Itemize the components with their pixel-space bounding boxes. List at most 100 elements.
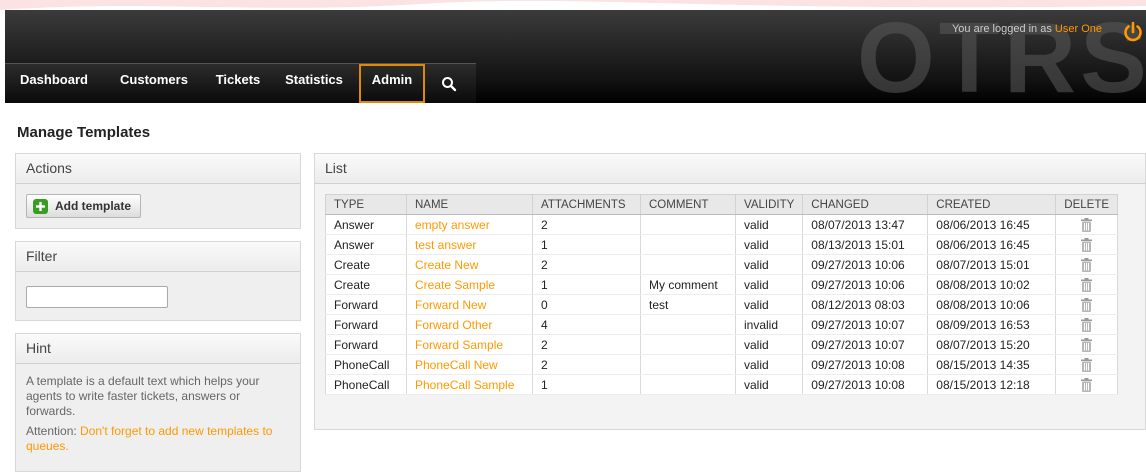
cell-delete <box>1055 234 1119 255</box>
cell-name[interactable]: Create Sample <box>406 274 533 295</box>
cell-validity: valid <box>734 334 804 355</box>
cell-comment <box>640 354 736 375</box>
cell-type: Forward <box>325 334 407 355</box>
cell-comment: test <box>640 294 736 315</box>
cell-delete <box>1055 294 1119 315</box>
user-name-link[interactable]: User One <box>1055 23 1102 35</box>
table-row: Forward Forward New 0 test valid 08/12/2013 0… <box>325 294 1119 315</box>
table-row: Answer empty answer 2 valid 08/07/2013 13:47… <box>325 214 1119 235</box>
main-nav: Dashboard Customers Tickets Statistics A… <box>5 63 476 103</box>
table-row: PhoneCall PhoneCall Sample 1 valid 09/27/201… <box>325 374 1119 395</box>
column-header-name[interactable]: NAME <box>406 194 533 215</box>
column-header-validity[interactable]: VALIDITY <box>734 194 804 215</box>
column-header-created[interactable]: CREATED <box>927 194 1057 215</box>
otrs-admin-page: OTRS You are logged in as User One Dashb… <box>0 0 1146 472</box>
table-row: Answer test answer 1 valid 08/13/2013 15:01 0… <box>325 234 1119 255</box>
cell-created: 08/08/2013 10:02 <box>927 274 1057 295</box>
cell-name[interactable]: empty answer <box>406 214 533 235</box>
cell-validity: valid <box>734 274 804 295</box>
cell-delete <box>1055 214 1119 235</box>
filter-input[interactable] <box>26 286 168 308</box>
cell-name[interactable]: Forward New <box>406 294 533 315</box>
hint-attention: Attention: Don't forget to add new templ… <box>26 424 290 454</box>
trash-icon[interactable] <box>1081 357 1093 372</box>
templates-table: TYPE NAME ATTACHMENTS COMMENT VALIDITY CHANGE… <box>325 194 1119 395</box>
cell-created: 08/07/2013 15:01 <box>927 254 1057 275</box>
cell-type: Answer <box>325 214 407 235</box>
add-template-button[interactable]: Add template <box>26 194 142 218</box>
search-icon[interactable] <box>441 76 457 92</box>
hint-title: Hint <box>16 334 300 364</box>
trash-icon[interactable] <box>1081 337 1093 352</box>
cell-attachments: 2 <box>532 334 641 355</box>
cell-validity: valid <box>734 374 804 395</box>
cell-comment <box>640 374 736 395</box>
table-row: Forward Forward Sample 2 valid 09/27/2013 10… <box>325 334 1119 355</box>
column-header-attachments[interactable]: ATTACHMENTS <box>532 194 641 215</box>
column-header-type[interactable]: TYPE <box>325 194 407 215</box>
cell-name[interactable]: Forward Sample <box>406 334 533 355</box>
filter-title: Filter <box>16 242 300 272</box>
cell-validity: valid <box>734 354 804 375</box>
cell-comment <box>640 334 736 355</box>
table-row: Create Create New 2 valid 09/27/2013 10:06 08… <box>325 254 1119 275</box>
column-header-delete[interactable]: DELETE <box>1055 194 1119 215</box>
cell-delete <box>1055 254 1119 275</box>
cell-validity: valid <box>734 254 804 275</box>
column-header-comment[interactable]: COMMENT <box>640 194 736 215</box>
plus-icon <box>33 198 48 214</box>
trash-icon[interactable] <box>1081 297 1093 312</box>
cell-validity: valid <box>734 234 804 255</box>
trash-icon[interactable] <box>1081 257 1093 272</box>
cell-changed: 09/27/2013 10:07 <box>802 334 929 355</box>
nav-tickets[interactable]: Tickets <box>207 64 269 103</box>
header-bar: OTRS You are logged in as User One Dashb… <box>5 10 1146 103</box>
cell-attachments: 1 <box>532 274 641 295</box>
cell-delete <box>1055 314 1119 335</box>
cell-name[interactable]: test answer <box>406 234 533 255</box>
cell-name[interactable]: PhoneCall Sample <box>406 374 533 395</box>
column-header-changed[interactable]: CHANGED <box>802 194 929 215</box>
cell-created: 08/15/2013 12:18 <box>927 374 1057 395</box>
trash-icon[interactable] <box>1081 317 1093 332</box>
hint-body: A template is a default text which helps… <box>16 364 300 454</box>
table-row: Create Create Sample 1 My comment valid 09/27… <box>325 274 1119 295</box>
add-template-label: Add template <box>55 199 132 213</box>
trash-icon[interactable] <box>1081 217 1093 232</box>
cell-name[interactable]: PhoneCall New <box>406 354 533 375</box>
nav-dashboard[interactable]: Dashboard <box>9 64 99 103</box>
cell-changed: 08/13/2013 15:01 <box>802 234 929 255</box>
power-icon[interactable] <box>1122 21 1144 43</box>
table-row: PhoneCall PhoneCall New 2 valid 09/27/2013 1… <box>325 354 1119 375</box>
cell-type: PhoneCall <box>325 354 407 375</box>
trash-icon[interactable] <box>1081 377 1093 392</box>
cell-type: Create <box>325 254 407 275</box>
table-body: Answer empty answer 2 valid 08/07/2013 13:47… <box>325 214 1119 395</box>
nav-statistics[interactable]: Statistics <box>275 64 353 103</box>
attention-label: Attention: <box>26 424 77 438</box>
cell-created: 08/09/2013 16:53 <box>927 314 1057 335</box>
cell-type: Forward <box>325 294 407 315</box>
cell-name[interactable]: Forward Other <box>406 314 533 335</box>
cell-created: 08/06/2013 16:45 <box>927 214 1057 235</box>
cell-validity: valid <box>734 214 804 235</box>
list-panel: List TYPE NAME ATTACHMENTS COMMENT VALIDITY C… <box>314 153 1146 430</box>
nav-admin[interactable]: Admin <box>359 64 425 103</box>
hint-widget: Hint A template is a default text which … <box>15 333 301 472</box>
cell-created: 08/15/2013 14:35 <box>927 354 1057 375</box>
cell-comment <box>640 254 736 275</box>
cell-attachments: 2 <box>532 354 641 375</box>
cell-comment: My comment <box>640 274 736 295</box>
trash-icon[interactable] <box>1081 237 1093 252</box>
trash-icon[interactable] <box>1081 277 1093 292</box>
filter-widget: Filter <box>15 241 301 321</box>
cell-comment <box>640 314 736 335</box>
cell-changed: 09/27/2013 10:06 <box>802 274 929 295</box>
cell-validity: valid <box>734 294 804 315</box>
list-title: List <box>315 154 1145 184</box>
cell-name[interactable]: Create New <box>406 254 533 275</box>
table-row: Forward Forward Other 4 invalid 09/27/2013 1… <box>325 314 1119 335</box>
actions-title: Actions <box>16 154 300 184</box>
cell-comment <box>640 214 736 235</box>
nav-customers[interactable]: Customers <box>108 64 200 103</box>
